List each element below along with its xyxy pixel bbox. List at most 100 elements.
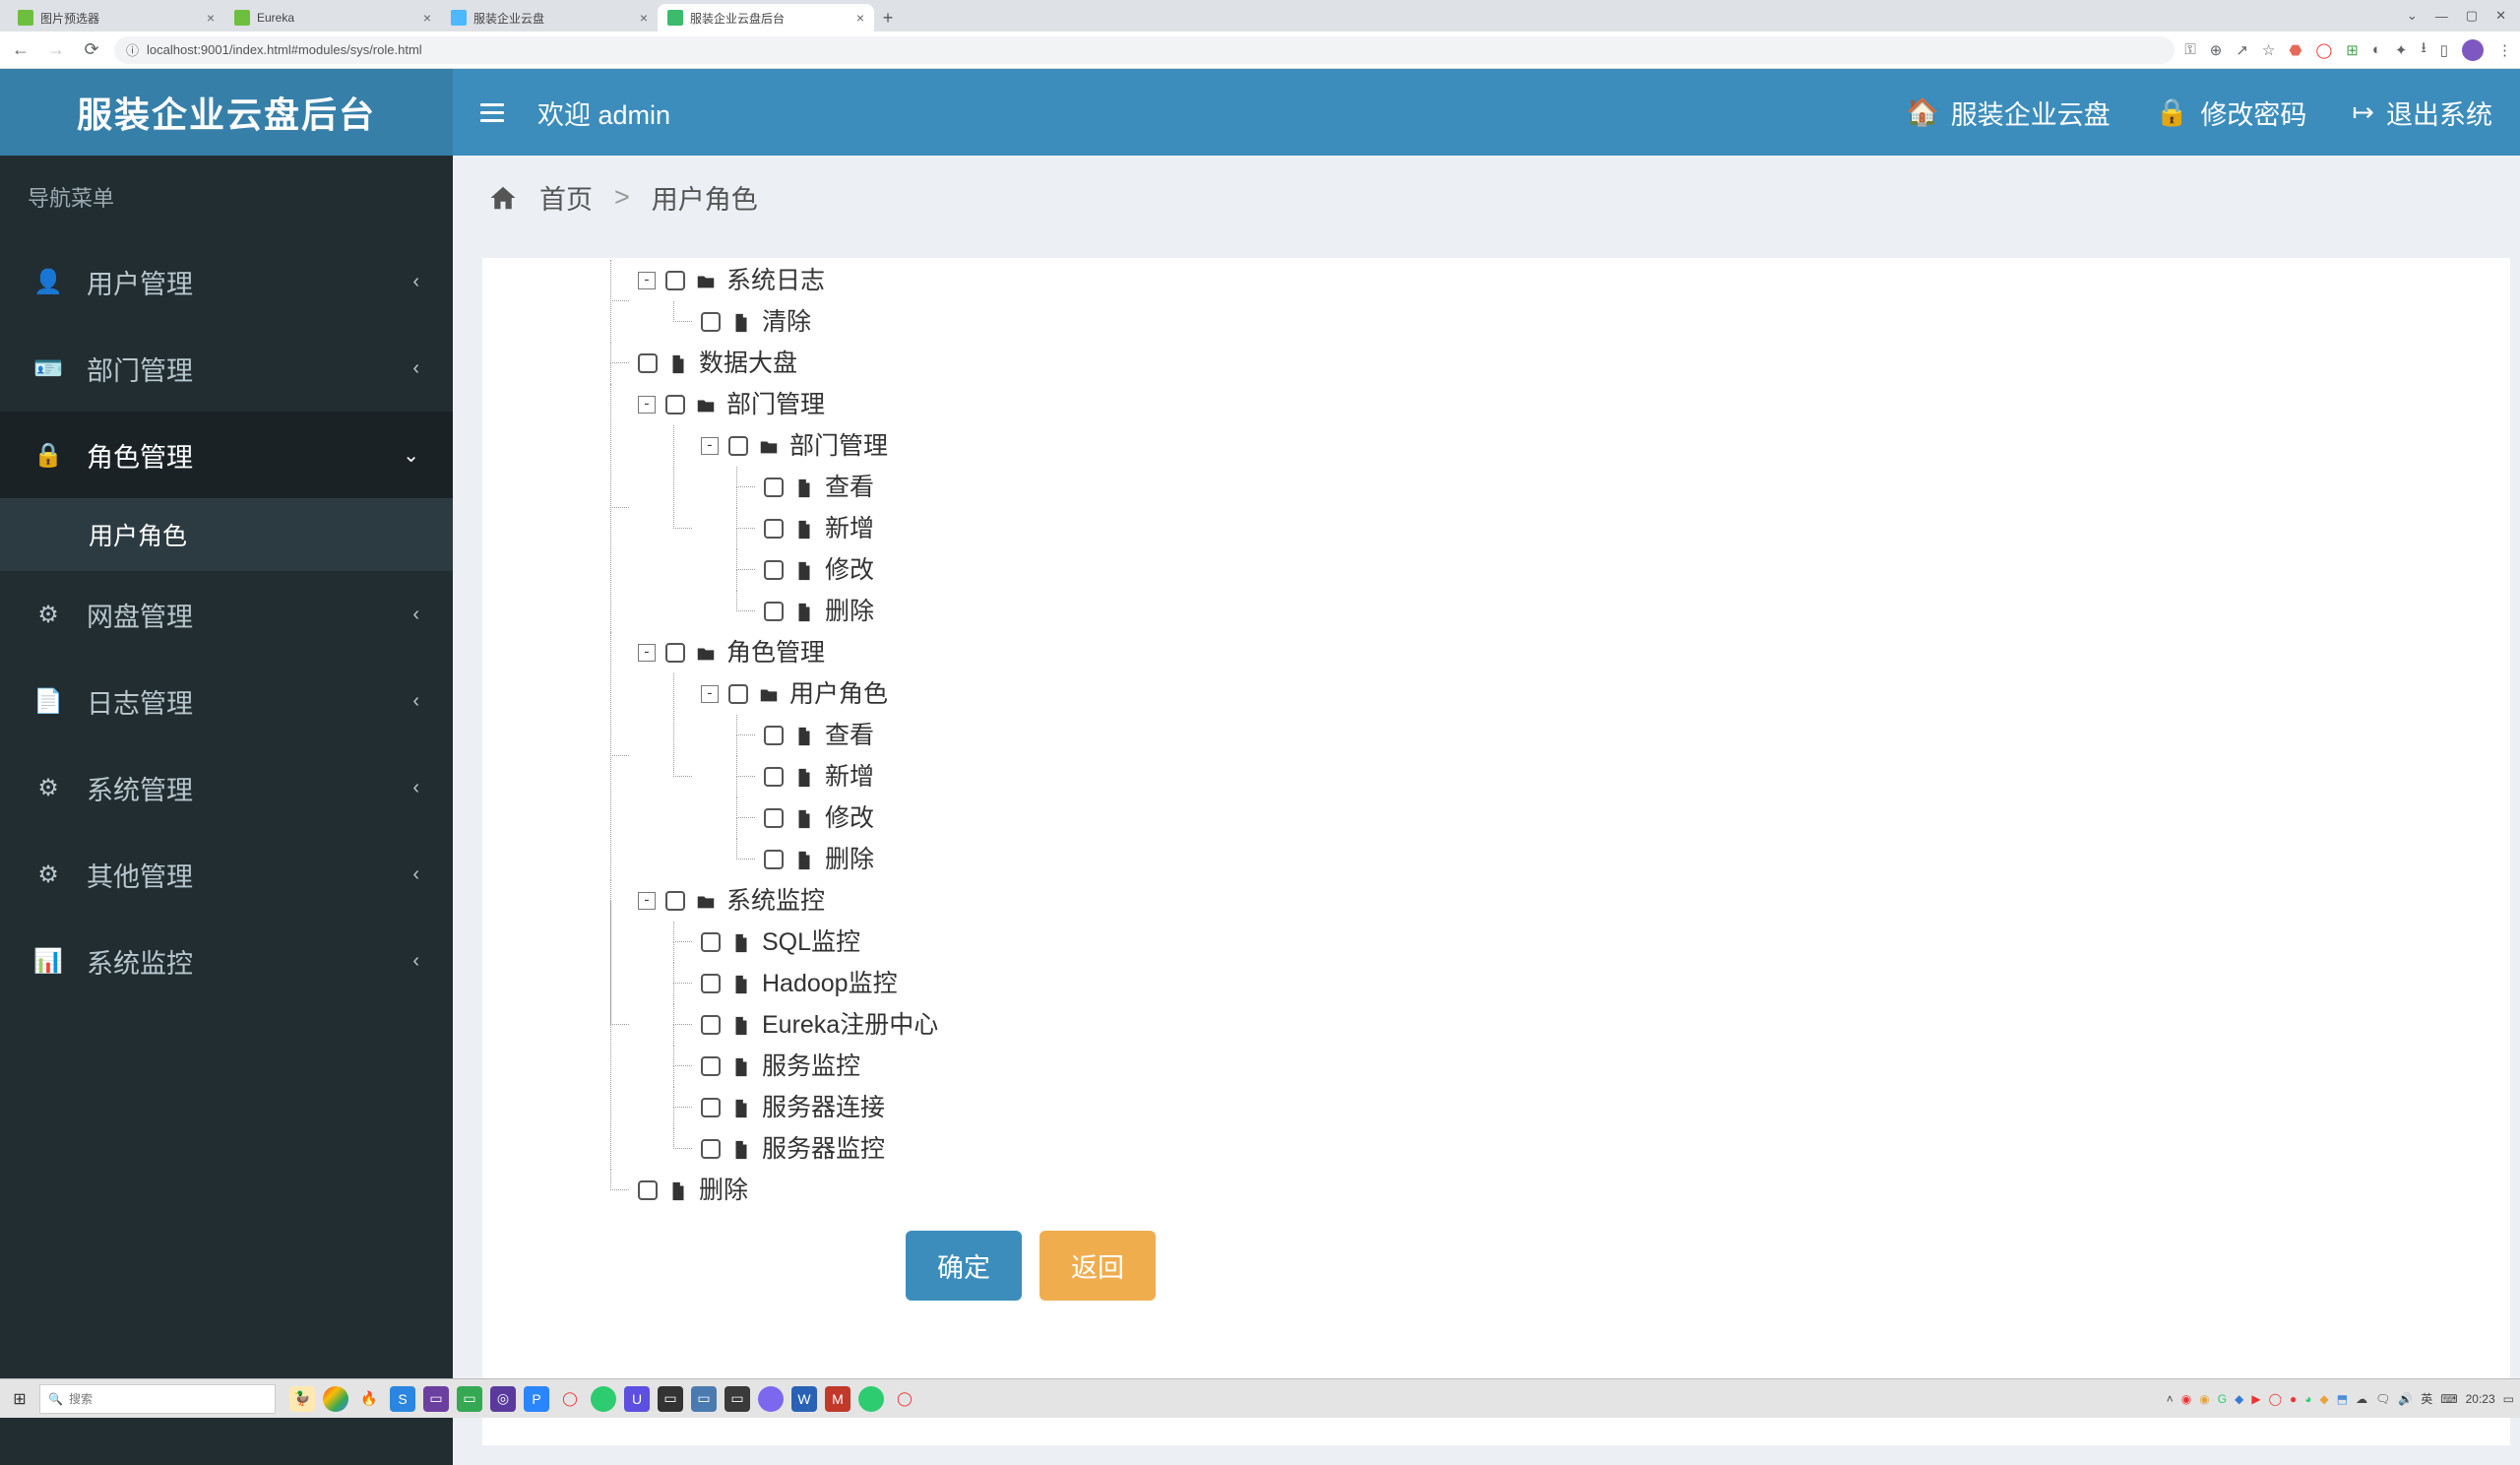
taskbar-app-icon[interactable]: P [524, 1386, 549, 1412]
tree-node-row[interactable]: Hadoop监控 [701, 963, 2382, 1004]
tree-checkbox[interactable] [764, 519, 784, 539]
tree-node-row[interactable]: 服务监控 [701, 1046, 2382, 1087]
tray-icon[interactable]: ● [2290, 1392, 2297, 1406]
tree-checkbox[interactable] [665, 271, 685, 290]
tree-node-row[interactable]: 删除 [764, 591, 2382, 632]
sidebar-item[interactable]: 👤 用户管理 ‹ [0, 238, 453, 325]
tree-node-row[interactable]: 服务器连接 [701, 1087, 2382, 1128]
url-field[interactable]: ⓘ localhost:9001/index.html#modules/sys/… [114, 36, 2174, 64]
taskbar-app-icon[interactable]: ▭ [658, 1386, 683, 1412]
tree-checkbox[interactable] [764, 808, 784, 828]
back-button[interactable]: 返回 [1040, 1231, 1156, 1301]
header-link-password[interactable]: 🔒 修改密码 [2156, 94, 2307, 132]
tree-checkbox[interactable] [728, 436, 748, 456]
tree-checkbox[interactable] [638, 1180, 658, 1200]
download-icon[interactable]: ⭳ [2421, 37, 2426, 62]
tray-notification-icon[interactable]: ▭ [2503, 1392, 2514, 1406]
tree-expander[interactable]: - [638, 644, 656, 662]
sidebar-item[interactable]: 🔒 角色管理 ⌄ [0, 412, 453, 498]
tree-node-row[interactable]: 查看 [764, 467, 2382, 508]
taskbar-search[interactable]: 🔍 搜索 [39, 1384, 276, 1414]
browser-tab[interactable]: 服装企业云盘后台 × [658, 4, 874, 32]
tree-node-row[interactable]: -用户角色 [701, 673, 2382, 715]
taskbar-app-icon[interactable]: W [791, 1386, 817, 1412]
tree-node-row[interactable]: 删除 [638, 1170, 2382, 1211]
dot-icon[interactable]: ◐ [2372, 41, 2381, 58]
tree-checkbox[interactable] [638, 353, 658, 373]
tree-expander[interactable]: - [638, 396, 656, 414]
tree-checkbox[interactable] [665, 643, 685, 663]
star-icon[interactable]: ☆ [2262, 41, 2275, 59]
tray-icon[interactable]: ◉ [2181, 1392, 2191, 1406]
profile-avatar-icon[interactable] [2462, 39, 2484, 61]
block-icon[interactable]: ◯ [2315, 41, 2332, 59]
tray-ime[interactable]: 英 [2421, 1390, 2432, 1407]
sidebar-item[interactable]: ⚙ 系统管理 ‹ [0, 744, 453, 831]
tray-icon[interactable]: ☁ [2356, 1392, 2367, 1406]
taskbar-app-icon[interactable]: U [624, 1386, 650, 1412]
tree-checkbox[interactable] [764, 850, 784, 869]
tray-keyboard-icon[interactable]: ⌨ [2440, 1392, 2457, 1406]
close-icon[interactable]: ✕ [2495, 8, 2506, 24]
tree-checkbox[interactable] [764, 478, 784, 497]
tree-node-row[interactable]: SQL监控 [701, 922, 2382, 963]
breadcrumb-home[interactable]: 首页 [539, 178, 593, 217]
header-link-logout[interactable]: ↦ 退出系统 [2352, 94, 2492, 132]
tray-icon[interactable]: ⬒ [2337, 1392, 2348, 1406]
panel-icon[interactable]: ▯ [2440, 41, 2448, 59]
sidebar-item[interactable]: ⚙ 其他管理 ‹ [0, 831, 453, 918]
taskbar-app-icon[interactable]: ▭ [423, 1386, 449, 1412]
tree-checkbox[interactable] [764, 602, 784, 621]
tree-node-row[interactable]: 新增 [764, 756, 2382, 797]
tree-checkbox[interactable] [764, 726, 784, 745]
tree-node-row[interactable]: 修改 [764, 797, 2382, 839]
home-icon[interactable] [488, 180, 518, 214]
tree-node-row[interactable]: 修改 [764, 549, 2382, 591]
taskbar-app-icon[interactable]: 🦆 [289, 1386, 315, 1412]
shield-icon[interactable]: ⬣ [2289, 41, 2301, 59]
chevron-down-icon[interactable]: ⌄ [2407, 8, 2418, 24]
close-icon[interactable]: × [207, 10, 215, 26]
taskbar-app-icon[interactable]: ▭ [691, 1386, 717, 1412]
new-tab-button[interactable]: + [874, 4, 902, 32]
tree-node-row[interactable]: Eureka注册中心 [701, 1004, 2382, 1046]
taskbar-app-icon[interactable] [758, 1386, 784, 1412]
taskbar-app-icon[interactable]: ◎ [490, 1386, 516, 1412]
tree-checkbox[interactable] [701, 1139, 721, 1159]
browser-tab[interactable]: Eureka × [224, 4, 441, 32]
app-logo[interactable]: 服装企业云盘后台 [0, 69, 453, 156]
sidebar-subitem[interactable]: 用户角色 [0, 498, 453, 571]
dice-icon[interactable]: ⊞ [2346, 41, 2359, 59]
browser-tab[interactable]: 服装企业云盘 × [441, 4, 658, 32]
back-icon[interactable]: ← [8, 37, 33, 63]
tray-volume-icon[interactable]: 🔊 [2398, 1392, 2413, 1406]
tray-icon[interactable]: ◆ [2235, 1392, 2243, 1406]
puzzle-icon[interactable]: ✦ [2395, 41, 2408, 59]
taskbar-app-icon[interactable] [591, 1386, 616, 1412]
tree-node-row[interactable]: 新增 [764, 508, 2382, 549]
tray-icon[interactable]: G [2218, 1392, 2227, 1406]
taskbar-app-icon[interactable]: ◯ [557, 1386, 583, 1412]
taskbar-app-icon[interactable]: M [825, 1386, 850, 1412]
tree-checkbox[interactable] [701, 932, 721, 952]
tree-node-row[interactable]: -部门管理 [638, 384, 2382, 425]
tree-checkbox[interactable] [701, 312, 721, 332]
minimize-icon[interactable]: — [2435, 9, 2448, 24]
tree-expander[interactable]: - [701, 685, 719, 703]
tree-checkbox[interactable] [701, 1098, 721, 1117]
close-icon[interactable]: × [423, 10, 431, 26]
tree-checkbox[interactable] [701, 1015, 721, 1035]
tree-node-row[interactable]: 服务器监控 [701, 1128, 2382, 1170]
tree-checkbox[interactable] [764, 767, 784, 787]
close-icon[interactable]: × [856, 10, 864, 26]
tree-checkbox[interactable] [728, 684, 748, 704]
sidebar-item[interactable]: 📄 日志管理 ‹ [0, 658, 453, 744]
tree-node-row[interactable]: -系统监控 [638, 880, 2382, 922]
key-icon[interactable]: ⚿ [2184, 41, 2195, 58]
tree-node-row[interactable]: -部门管理 [701, 425, 2382, 467]
tree-checkbox[interactable] [701, 1056, 721, 1076]
taskbar-app-icon[interactable] [858, 1386, 884, 1412]
tray-chevron-icon[interactable]: ˄ [2167, 1392, 2174, 1406]
sidebar-item[interactable]: 🪪 部门管理 ‹ [0, 325, 453, 412]
share-icon[interactable]: ↗ [2236, 41, 2248, 59]
